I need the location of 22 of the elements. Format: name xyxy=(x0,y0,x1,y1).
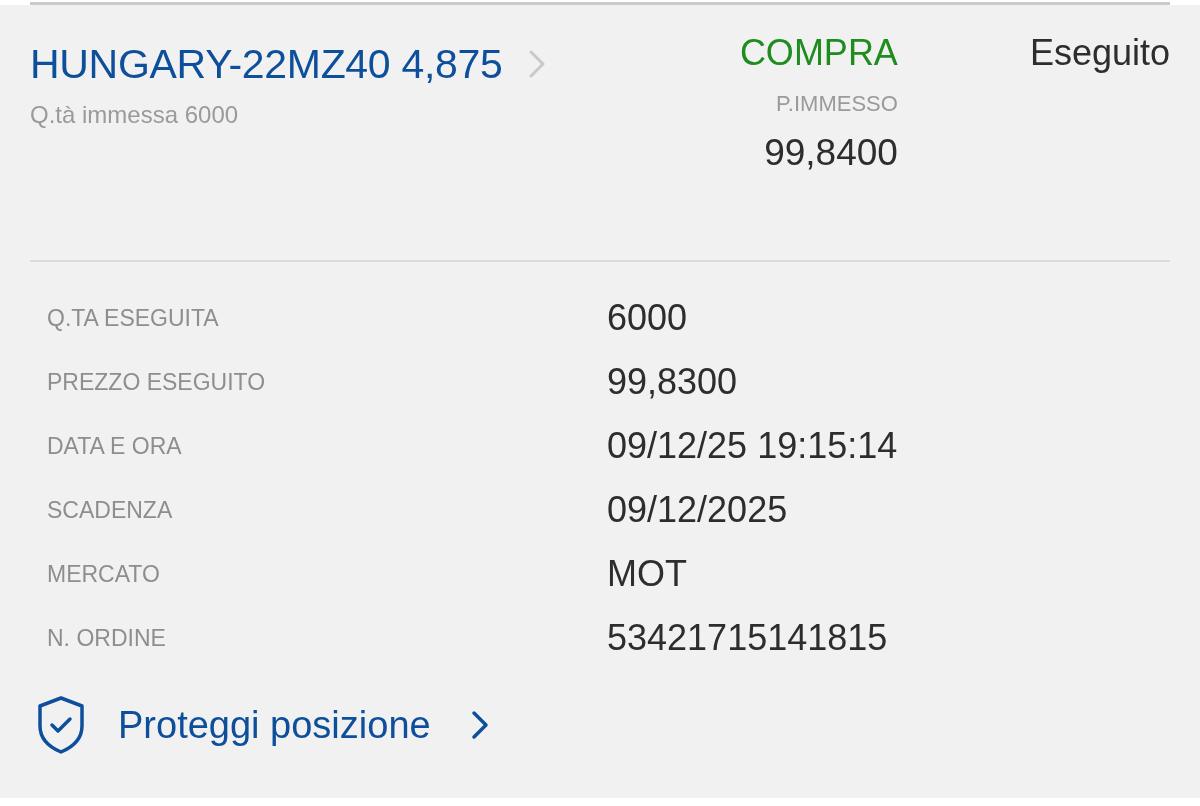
detail-value: 09/12/25 19:15:14 xyxy=(607,425,898,467)
chevron-right-icon[interactable] xyxy=(528,50,545,78)
order-side-label: COMPRA xyxy=(739,31,898,75)
detail-value: 6000 xyxy=(607,297,688,339)
detail-label: MERCATO xyxy=(47,560,160,589)
order-status: Eseguito xyxy=(1029,31,1170,75)
quantity-entered-text: Q.tà immessa 6000 xyxy=(30,100,239,130)
detail-value: 09/12/2025 xyxy=(607,489,788,531)
detail-label: PREZZO ESEGUITO xyxy=(47,368,266,397)
protect-position-button[interactable]: Proteggi posizione xyxy=(37,696,489,754)
detail-value: 99,8300 xyxy=(607,361,738,403)
detail-label: SCADENZA xyxy=(47,496,173,525)
price-value: 99,8400 xyxy=(764,131,898,175)
detail-value: 53421715141815 xyxy=(607,617,888,659)
detail-label: N. ORDINE xyxy=(47,624,166,653)
detail-value: MOT xyxy=(607,553,687,595)
shield-check-icon xyxy=(37,696,85,754)
detail-label: DATA E ORA xyxy=(47,432,182,461)
detail-label: Q.TA ESEGUITA xyxy=(47,304,219,333)
chevron-right-icon xyxy=(470,710,489,740)
instrument-title[interactable]: HUNGARY-22MZ40 4,875 xyxy=(30,39,503,89)
price-label: P.IMMESSO xyxy=(776,90,898,118)
